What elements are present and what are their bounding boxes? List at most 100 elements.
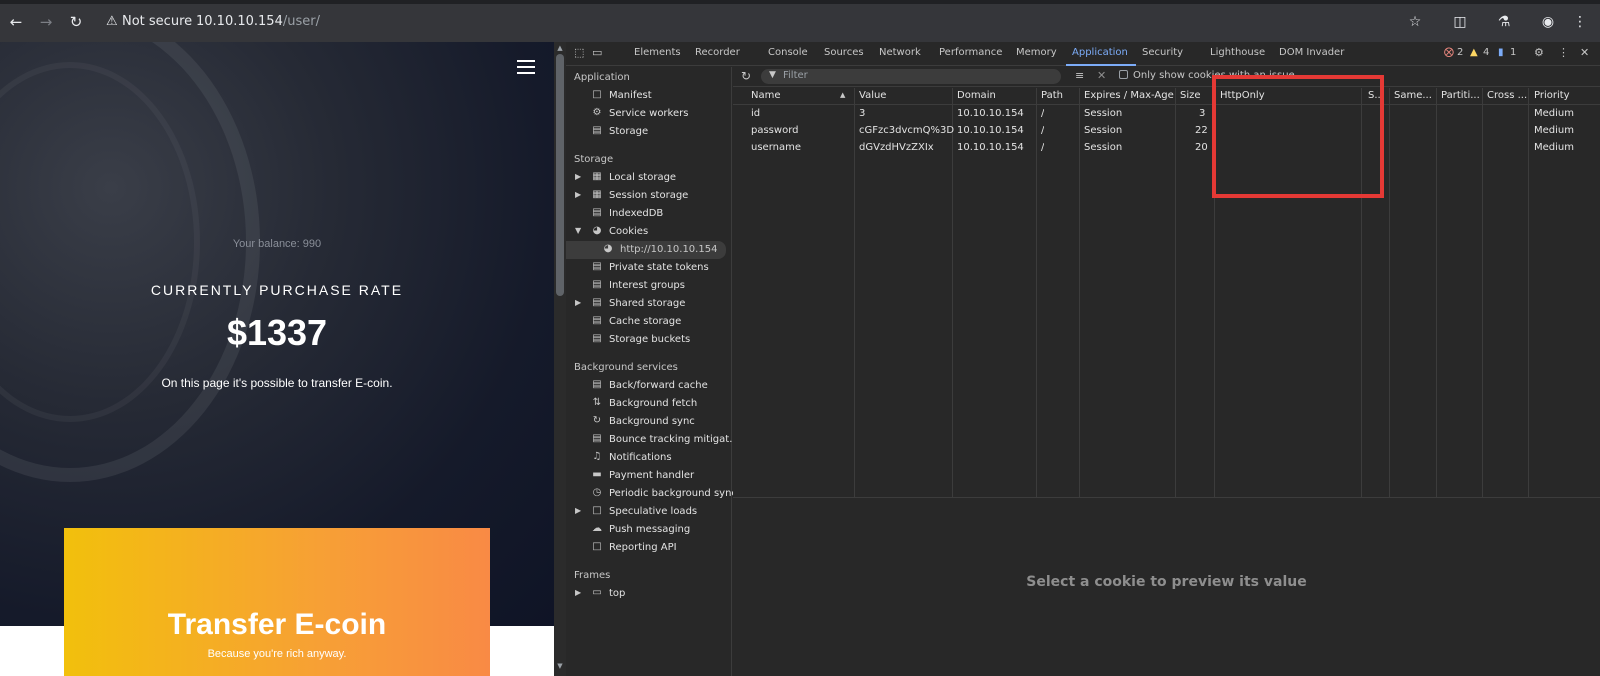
expand-icon[interactable]: ▶ xyxy=(575,588,581,597)
sidebar-item-background-sync[interactable]: ↻ Background sync xyxy=(566,413,732,431)
expand-icon[interactable]: ▶ xyxy=(575,190,581,199)
sidebar-item-private-state-tokens[interactable]: ▤ Private state tokens xyxy=(566,259,732,277)
message-count[interactable]: 1 xyxy=(1510,47,1516,58)
browser-menu-icon[interactable]: ⋮ xyxy=(1570,12,1590,32)
col-expires[interactable]: Expires / Max-Age xyxy=(1084,90,1174,101)
close-devtools-icon[interactable]: ✕ xyxy=(1580,46,1589,59)
sidebar-item-bounce-tracking[interactable]: ▤ Bounce tracking mitigat... xyxy=(566,431,738,449)
expand-icon[interactable]: ▶ xyxy=(575,506,581,515)
cookie-priority[interactable]: Medium xyxy=(1534,142,1574,153)
delete-selected-icon[interactable]: ✕ xyxy=(1097,69,1106,82)
error-count[interactable]: 2 xyxy=(1457,47,1463,58)
column-divider[interactable] xyxy=(1036,88,1037,498)
refresh-icon[interactable]: ↻ xyxy=(741,69,751,83)
extensions-icon[interactable]: ◫ xyxy=(1450,12,1470,32)
tab-performance[interactable]: Performance xyxy=(939,47,1002,58)
url-text[interactable]: 10.10.10.154/user/ xyxy=(196,14,320,29)
address-bar[interactable]: ⚠ Not secure 10.10.10.154/user/ xyxy=(100,8,1400,36)
sidebar-item-local-storage[interactable]: ▶ ▦ Local storage xyxy=(566,169,732,187)
sidebar-item-background-fetch[interactable]: ⇅ Background fetch xyxy=(566,395,732,413)
cookie-path[interactable]: / xyxy=(1041,142,1044,153)
col-samesite[interactable]: Same... xyxy=(1394,90,1436,101)
sidebar-item-storage[interactable]: ▤ Storage xyxy=(566,123,732,141)
sidebar-item-push-messaging[interactable]: ☁ Push messaging xyxy=(566,521,732,539)
cookie-size[interactable]: 22 xyxy=(1195,125,1208,136)
expand-icon[interactable]: ▶ xyxy=(575,172,581,181)
inspect-element-icon[interactable]: ⬚ xyxy=(574,46,584,59)
sidebar-item-reporting-api[interactable]: □ Reporting API xyxy=(566,539,732,557)
tab-memory[interactable]: Memory xyxy=(1016,47,1057,58)
cookie-domain[interactable]: 10.10.10.154 xyxy=(957,142,1024,153)
expand-icon[interactable]: ▶ xyxy=(575,298,581,307)
tab-sources[interactable]: Sources xyxy=(824,47,864,58)
column-divider[interactable] xyxy=(1079,88,1080,498)
cookie-expires[interactable]: Session xyxy=(1084,125,1122,136)
warning-badge-icon[interactable]: ▲ xyxy=(1470,47,1478,58)
cookie-name[interactable]: id xyxy=(751,108,760,119)
column-divider[interactable] xyxy=(1175,88,1176,498)
profile-icon[interactable]: ◉ xyxy=(1538,12,1558,32)
column-divider[interactable] xyxy=(854,88,855,498)
tab-console[interactable]: Console xyxy=(768,47,808,58)
column-divider[interactable] xyxy=(1528,88,1529,498)
tab-elements[interactable]: Elements xyxy=(634,47,681,58)
col-size[interactable]: Size xyxy=(1180,90,1201,101)
sidebar-item-payment-handler[interactable]: ▬ Payment handler xyxy=(566,467,732,485)
tab-security[interactable]: Security xyxy=(1142,47,1183,58)
cookie-expires[interactable]: Session xyxy=(1084,142,1122,153)
reload-icon[interactable]: ↻ xyxy=(66,12,86,32)
scroll-thumb[interactable] xyxy=(556,54,564,296)
cookie-size[interactable]: 3 xyxy=(1199,108,1205,119)
sort-asc-icon[interactable]: ▲ xyxy=(840,91,845,99)
col-partition[interactable]: Partiti... xyxy=(1441,90,1483,101)
sidebar-item-shared-storage[interactable]: ▶ ▤ Shared storage xyxy=(566,295,732,313)
col-name[interactable]: Name xyxy=(751,90,781,101)
bookmark-star-icon[interactable]: ☆ xyxy=(1405,12,1425,32)
message-icon[interactable]: ▮ xyxy=(1498,47,1504,58)
cookie-path[interactable]: / xyxy=(1041,125,1044,136)
clear-filtered-icon[interactable]: ≡ xyxy=(1075,69,1084,82)
cookie-expires[interactable]: Session xyxy=(1084,108,1122,119)
page-scrollbar[interactable]: ▲ ▼ xyxy=(554,42,566,676)
col-value[interactable]: Value xyxy=(859,90,886,101)
warning-count[interactable]: 4 xyxy=(1483,47,1489,58)
cookie-value[interactable]: dGVzdHVzZXIx xyxy=(859,142,934,153)
tab-application[interactable]: Application xyxy=(1072,47,1128,58)
tab-recorder[interactable]: Recorder xyxy=(695,47,740,58)
cookie-value[interactable]: 3 xyxy=(859,108,865,119)
scroll-up-icon[interactable]: ▲ xyxy=(555,44,565,52)
menu-icon[interactable] xyxy=(517,60,535,74)
sidebar-item-storage-buckets[interactable]: ▤ Storage buckets xyxy=(566,331,732,349)
security-label[interactable]: Not secure xyxy=(122,14,192,29)
sidebar-item-interest-groups[interactable]: ▤ Interest groups xyxy=(566,277,732,295)
forward-icon[interactable]: → xyxy=(36,12,56,32)
cookie-name[interactable]: password xyxy=(751,125,798,136)
devtools-menu-icon[interactable]: ⋮ xyxy=(1558,46,1569,59)
sidebar-item-cookie-origin[interactable]: ◕ http://10.10.10.154 xyxy=(566,241,726,259)
cookie-path[interactable]: / xyxy=(1041,108,1044,119)
scroll-down-icon[interactable]: ▼ xyxy=(555,662,565,670)
cookie-domain[interactable]: 10.10.10.154 xyxy=(957,125,1024,136)
column-divider[interactable] xyxy=(952,88,953,498)
sidebar-item-session-storage[interactable]: ▶ ▦ Session storage xyxy=(566,187,732,205)
col-cross-site[interactable]: Cross ... xyxy=(1487,90,1529,101)
tab-lighthouse[interactable]: Lighthouse xyxy=(1210,47,1265,58)
col-domain[interactable]: Domain xyxy=(957,90,996,101)
checkbox-box[interactable] xyxy=(1119,70,1128,79)
error-icon[interactable]: ⨂ xyxy=(1444,47,1454,58)
col-path[interactable]: Path xyxy=(1041,90,1063,101)
filter-input[interactable]: ▼ Filter xyxy=(761,69,1061,84)
sidebar-item-frame-top[interactable]: ▶ ▭ top xyxy=(566,585,732,603)
settings-gear-icon[interactable]: ⚙ xyxy=(1534,46,1544,59)
column-divider[interactable] xyxy=(1482,88,1483,498)
sidebar-item-manifest[interactable]: □ Manifest xyxy=(566,87,732,105)
cookie-domain[interactable]: 10.10.10.154 xyxy=(957,108,1024,119)
sidebar-item-back-forward-cache[interactable]: ▤ Back/forward cache xyxy=(566,377,732,395)
device-toolbar-icon[interactable]: ▭ xyxy=(592,46,602,59)
labs-flask-icon[interactable]: ⚗ xyxy=(1494,12,1514,32)
cookie-priority[interactable]: Medium xyxy=(1534,125,1574,136)
sidebar-item-service-workers[interactable]: ⚙ Service workers xyxy=(566,105,732,123)
sidebar-item-indexeddb[interactable]: ▤ IndexedDB xyxy=(566,205,732,223)
sidebar-item-cookies[interactable]: ▼ ◕ Cookies xyxy=(566,223,732,241)
collapse-icon[interactable]: ▼ xyxy=(575,226,581,235)
